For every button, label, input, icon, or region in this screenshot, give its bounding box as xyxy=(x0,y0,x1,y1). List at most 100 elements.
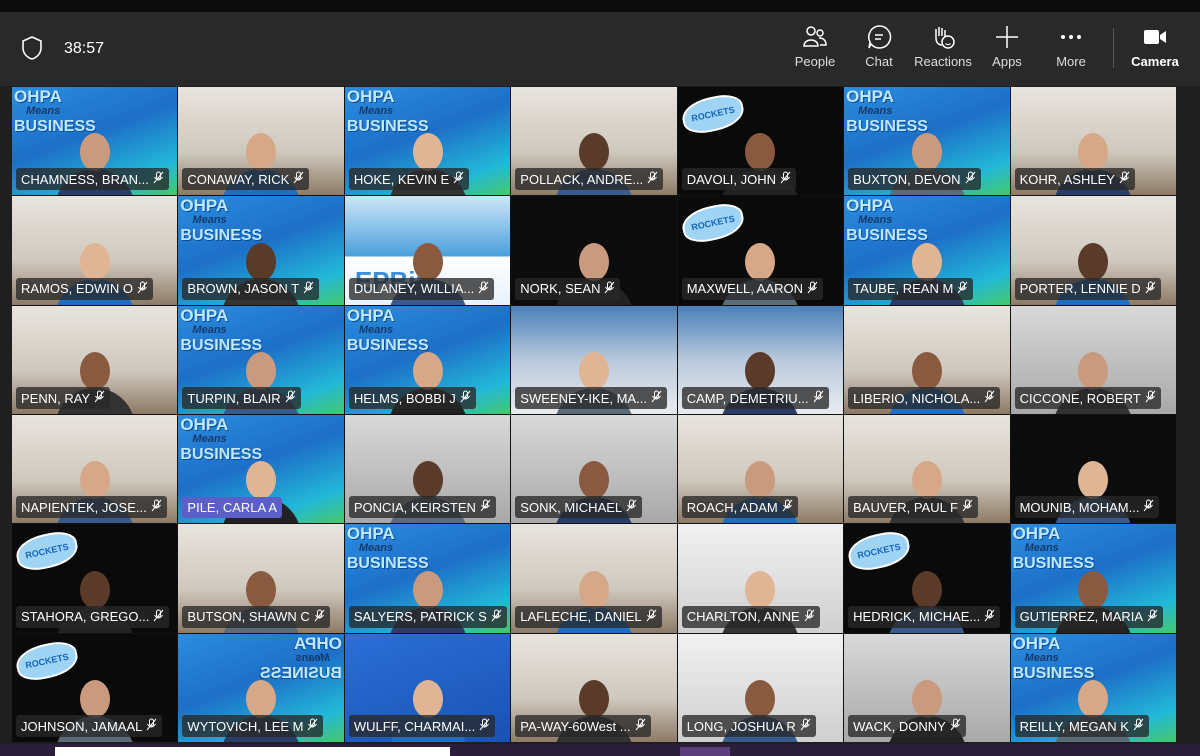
participant-tile[interactable]: PORTER, LENNIE D xyxy=(1010,196,1176,305)
participant-name-label: LAFLECHE, DANIEL xyxy=(515,605,662,628)
participant-name: PA-WAY-60West ... xyxy=(520,718,631,734)
participant-tile[interactable]: PENN, RAY xyxy=(12,305,178,414)
participant-tile[interactable]: ROCKETS HEDRICK, MICHAE... xyxy=(844,524,1010,633)
participant-tile[interactable]: PONCIA, KEIRSTEN xyxy=(344,415,511,524)
participant-name: POLLACK, ANDRE... xyxy=(520,171,644,187)
participant-tile[interactable]: WACK, DONNY xyxy=(844,633,1010,742)
mic-off-icon xyxy=(800,718,811,734)
mic-off-icon xyxy=(491,609,502,625)
participant-name: BUTSON, SHAWN C xyxy=(187,609,310,625)
chat-label: Chat xyxy=(865,54,893,69)
participant-tile[interactable]: POLLACK, ANDRE... xyxy=(511,87,677,196)
participant-name-label: LONG, JOSHUA R xyxy=(681,715,816,737)
participant-tile[interactable]: OHPA Means BUSINESS REILLY, MEGAN K xyxy=(1010,633,1176,742)
chat-button[interactable]: Chat xyxy=(844,24,914,69)
participant-tile[interactable]: EPBiz DULANEY, WILLIA... xyxy=(344,196,511,305)
participant-tile[interactable]: OHPA Means BUSINESS GUTIERREZ, MARIA xyxy=(1010,524,1176,633)
participant-name-label: STAHORA, GREGO... xyxy=(16,605,170,628)
taskbar-app[interactable] xyxy=(680,747,730,756)
mic-off-icon xyxy=(293,171,304,187)
mic-off-icon xyxy=(962,499,973,515)
participant-tile[interactable]: MOUNIB, MOHAM... xyxy=(1010,415,1176,524)
people-button[interactable]: People xyxy=(780,24,850,69)
more-button[interactable]: More xyxy=(1036,24,1106,69)
participant-tile[interactable]: CICCONE, ROBERT xyxy=(1010,305,1176,414)
participant-name-label: REILLY, MEGAN K xyxy=(1014,715,1149,737)
participant-tile[interactable]: LONG, JOSHUA R xyxy=(677,633,844,742)
mic-off-icon xyxy=(1133,718,1144,734)
participant-tile[interactable]: OHPA Means BUSINESS BUXTON, DEVON xyxy=(844,87,1010,196)
participant-name: NORK, SEAN xyxy=(520,281,601,297)
mic-off-icon xyxy=(651,390,662,406)
participant-tile[interactable]: LAFLECHE, DANIEL xyxy=(511,524,677,633)
participant-name-label: RAMOS, EDWIN O xyxy=(16,277,153,300)
mic-off-icon xyxy=(1145,390,1156,406)
participant-name-label: KOHR, ASHLEY xyxy=(1014,168,1135,191)
camera-icon xyxy=(1144,30,1166,44)
participant-tile[interactable]: OHPA Means BUSINESS TAUBE, REAN M xyxy=(844,196,1010,305)
mic-off-icon xyxy=(626,499,637,515)
participant-tile[interactable]: OHPA Means BUSINESS HOKE, KEVIN E xyxy=(344,87,511,196)
participant-tile[interactable]: ROCKETS DAVOLI, JOHN xyxy=(677,87,844,196)
participant-tile[interactable]: ROCKETS JOHNSON, JAMAAL xyxy=(12,633,178,742)
participant-tile[interactable]: PA-WAY-60West ... xyxy=(511,633,677,742)
meeting-toolbar: 38:57 People Chat Reactions Apps More Ca… xyxy=(0,12,1200,86)
mic-off-icon xyxy=(94,390,105,406)
participant-name-label: WYTOVICH, LEE M xyxy=(182,715,324,737)
participant-name: RAMOS, EDWIN O xyxy=(21,281,133,297)
mic-off-icon xyxy=(635,718,646,734)
participant-tile[interactable]: NORK, SEAN xyxy=(511,196,677,305)
participant-name-label: CONAWAY, RICK xyxy=(182,168,310,191)
shield-icon[interactable] xyxy=(22,36,42,60)
participant-name: WULFF, CHARMAI... xyxy=(353,718,476,734)
participant-name: SALYERS, PATRICK S xyxy=(353,609,487,625)
participant-tile[interactable]: BUTSON, SHAWN C xyxy=(178,524,344,633)
participant-tile[interactable]: CHARLTON, ANNE xyxy=(677,524,844,633)
participant-tile[interactable]: SONK, MICHAEL xyxy=(511,415,677,524)
participant-tile[interactable]: ROCKETS STAHORA, GREGO... xyxy=(12,524,178,633)
participant-tile[interactable]: WULFF, CHARMAI... xyxy=(344,633,511,742)
participant-name-label: DAVOLI, JOHN xyxy=(681,168,797,191)
participant-name: MAXWELL, AARON xyxy=(686,281,804,297)
participant-tile[interactable]: SWEENEY-IKE, MA... xyxy=(511,305,677,414)
mic-off-icon xyxy=(1119,171,1130,187)
participant-tile[interactable]: CAMP, DEMETRIU... xyxy=(677,305,844,414)
participant-tile[interactable]: OHPA Means BUSINESS TURPIN, BLAIR xyxy=(178,305,344,414)
participant-tile[interactable]: BAUVER, PAUL F xyxy=(844,415,1010,524)
participant-tile[interactable]: OHPA Means BUSINESS PILE, CARLA A xyxy=(178,415,344,524)
camera-button[interactable]: Camera xyxy=(1120,24,1190,69)
participant-tile[interactable]: OHPA Means BUSINESS HELMS, BOBBI J xyxy=(344,305,511,414)
participant-name: DULANEY, WILLIA... xyxy=(353,281,475,297)
apps-button[interactable]: Apps xyxy=(972,24,1042,69)
participant-name-label: HELMS, BOBBI J xyxy=(348,387,476,409)
participant-tile[interactable]: OHPA Means BUSINESS BROWN, JASON T xyxy=(178,196,344,305)
mic-off-icon xyxy=(957,281,968,297)
window-top-strip xyxy=(0,0,1200,12)
participant-tile[interactable]: OHPA Means BUSINESS CHAMNESS, BRAN... xyxy=(12,87,178,196)
mic-off-icon xyxy=(453,171,464,187)
participant-tile[interactable]: NAPIENTEK, JOSE... xyxy=(12,415,178,524)
reactions-button[interactable]: Reactions xyxy=(908,24,978,69)
participant-tile[interactable]: ROCKETS MAXWELL, AARON xyxy=(677,196,844,305)
participant-name-label: CICCONE, ROBERT xyxy=(1014,387,1161,409)
mic-off-icon xyxy=(146,718,157,734)
more-icon xyxy=(1061,35,1081,39)
participant-tile[interactable]: KOHR, ASHLEY xyxy=(1010,87,1176,196)
participant-name-label: CAMP, DEMETRIU... xyxy=(681,387,829,409)
participant-name: PILE, CARLA A xyxy=(187,500,278,516)
participant-tile[interactable]: CONAWAY, RICK xyxy=(178,87,344,196)
participant-name-label: GUTIERREZ, MARIA xyxy=(1014,605,1164,628)
participant-tile[interactable]: ROACH, ADAM xyxy=(677,415,844,524)
participant-name-label: HOKE, KEVIN E xyxy=(348,168,470,191)
participant-name-label: BROWN, JASON T xyxy=(182,277,320,300)
mic-off-icon xyxy=(307,718,318,734)
taskbar-search[interactable] xyxy=(55,747,450,756)
participant-tile[interactable]: RAMOS, EDWIN O xyxy=(12,196,178,305)
participant-tile[interactable]: OHPA Means BUSINESS SALYERS, PATRICK S xyxy=(344,524,511,633)
mic-off-icon xyxy=(480,499,491,515)
participant-name-label: PA-WAY-60West ... xyxy=(515,715,651,737)
participant-name: JOHNSON, JAMAAL xyxy=(21,718,143,734)
participant-tile[interactable]: LIBERIO, NICHOLA... xyxy=(844,305,1010,414)
participant-name: TURPIN, BLAIR xyxy=(187,390,281,406)
participant-tile[interactable]: OHPA Means BUSINESS WYTOVICH, LEE M xyxy=(178,633,344,742)
